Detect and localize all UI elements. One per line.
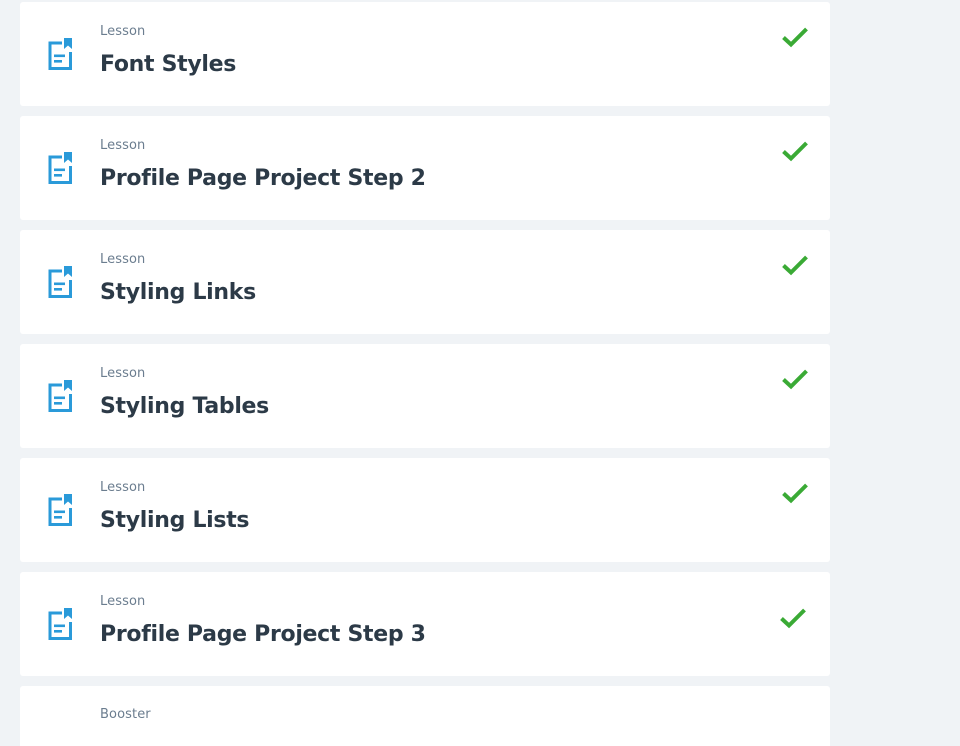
lesson-type-label: Lesson	[100, 480, 146, 495]
checkmark-icon	[782, 369, 808, 390]
booster-type-label: Booster	[100, 707, 151, 722]
lesson-type-label: Lesson	[100, 366, 146, 381]
lesson-title[interactable]: Profile Page Project Step 3	[100, 622, 426, 647]
document-icon	[48, 38, 72, 70]
document-icon	[48, 266, 72, 298]
lesson-list: Lesson Font Styles Lesson Profile Page P…	[20, 2, 830, 746]
lesson-type-label: Lesson	[100, 594, 146, 609]
checkmark-icon	[782, 141, 808, 162]
lesson-card[interactable]: Lesson Styling Lists	[20, 458, 830, 562]
lesson-card[interactable]: Lesson Profile Page Project Step 2	[20, 116, 830, 220]
checkmark-icon	[782, 27, 808, 48]
document-icon	[48, 494, 72, 526]
lesson-card[interactable]: Lesson Styling Links	[20, 230, 830, 334]
lesson-card[interactable]: Lesson Styling Tables	[20, 344, 830, 448]
lesson-type-label: Lesson	[100, 24, 146, 39]
checkmark-icon	[782, 255, 808, 276]
booster-card[interactable]: Booster	[20, 686, 830, 746]
lesson-card[interactable]: Lesson Font Styles	[20, 2, 830, 106]
lesson-type-label: Lesson	[100, 252, 146, 267]
document-icon	[48, 380, 72, 412]
checkmark-icon	[780, 608, 806, 629]
lesson-card[interactable]: Lesson Profile Page Project Step 3	[20, 572, 830, 676]
lesson-title[interactable]: Font Styles	[100, 52, 236, 77]
lesson-title[interactable]: Styling Tables	[100, 394, 269, 419]
document-icon	[48, 152, 72, 184]
lesson-title[interactable]: Styling Links	[100, 280, 256, 305]
checkmark-icon	[782, 483, 808, 504]
lesson-type-label: Lesson	[100, 138, 146, 153]
lesson-title[interactable]: Profile Page Project Step 2	[100, 166, 426, 191]
document-icon	[48, 608, 72, 640]
lesson-title[interactable]: Styling Lists	[100, 508, 250, 533]
